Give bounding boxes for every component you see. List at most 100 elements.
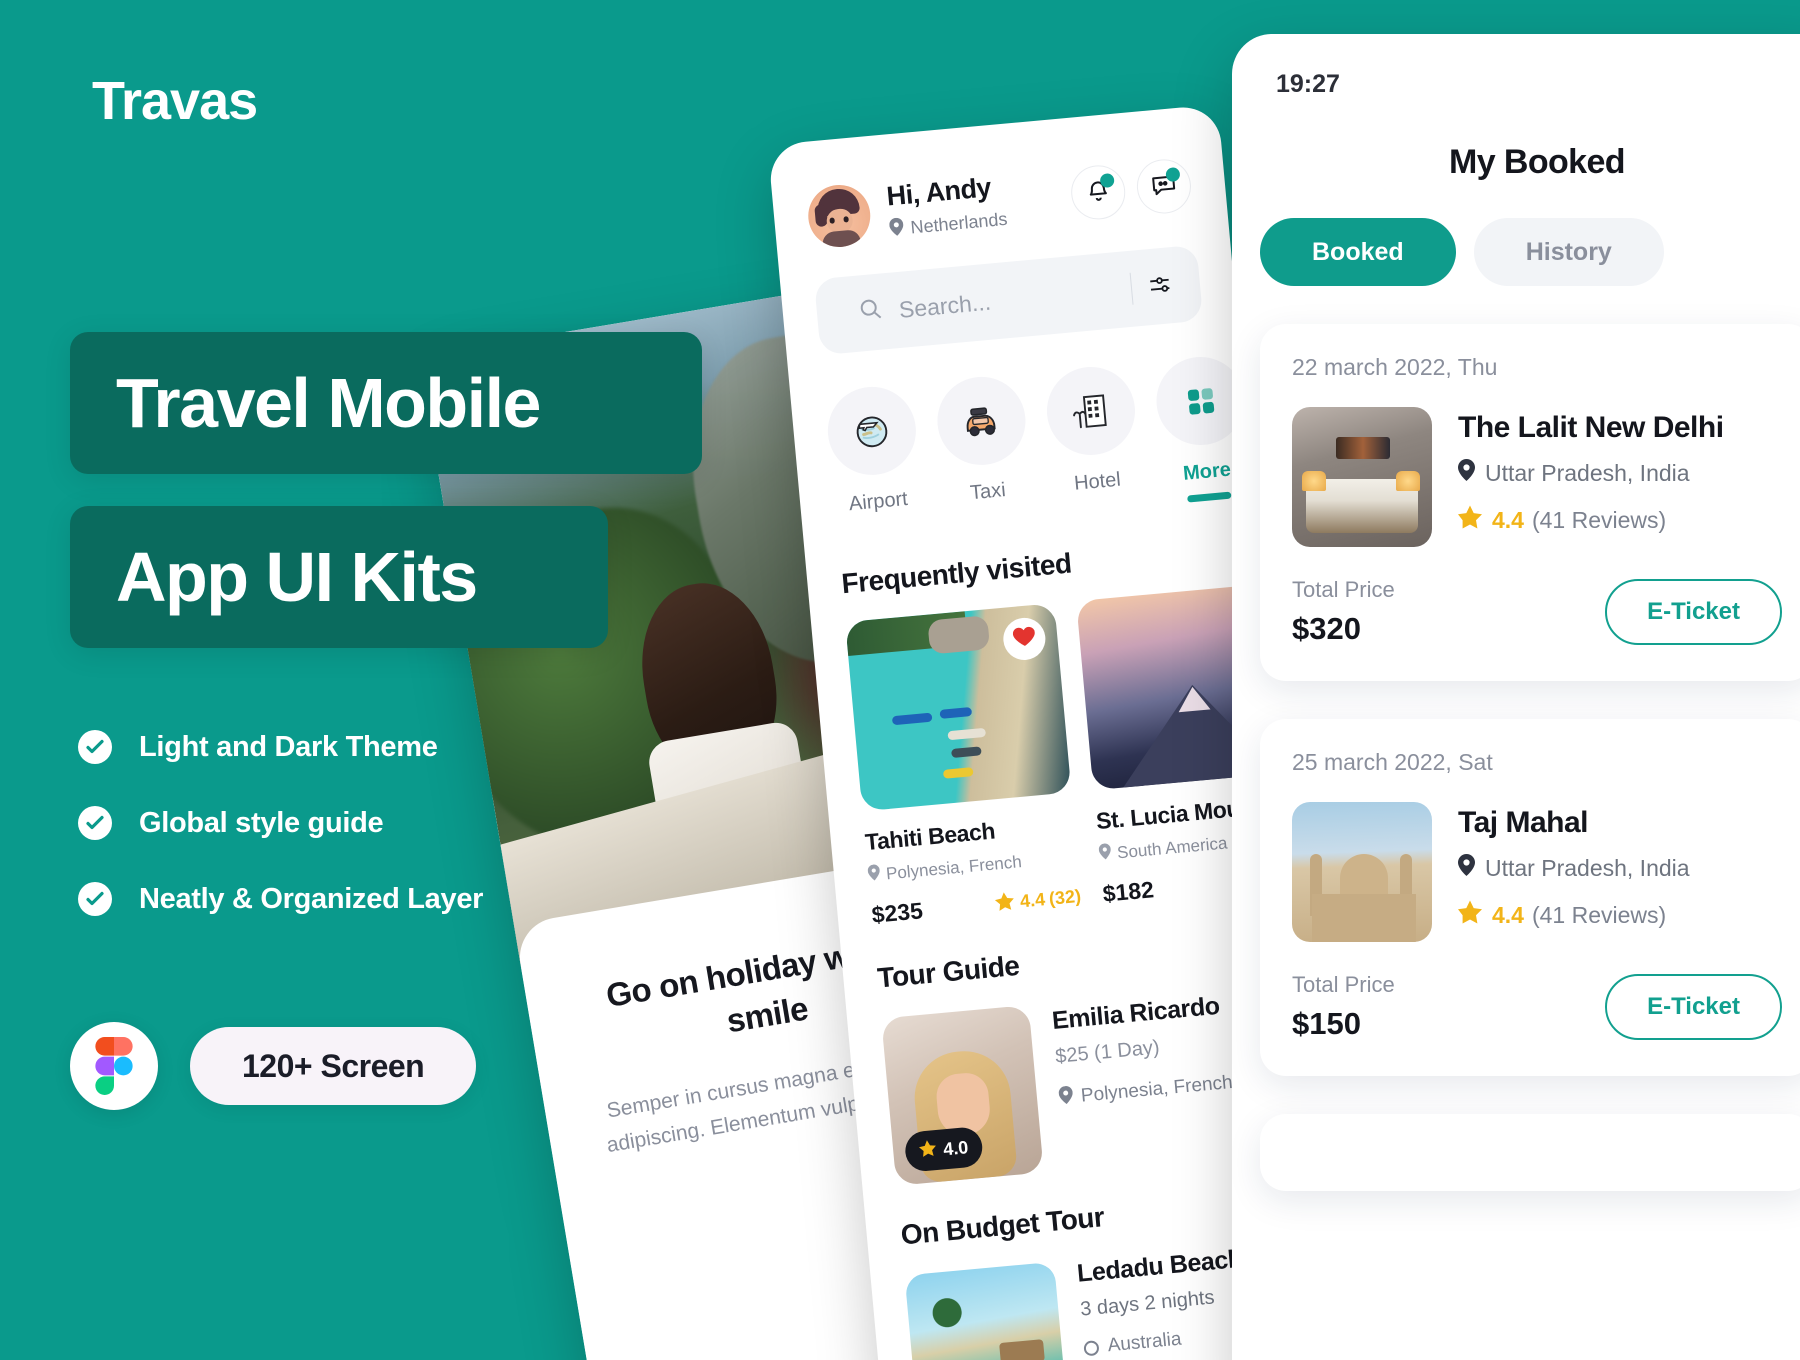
booking-card[interactable]: 22 march 2022, Thu The Lalit New Delhi U…	[1260, 324, 1800, 681]
section-title-tour-guide: Tour Guide	[876, 949, 1021, 994]
booking-rating-count: (41 Reviews)	[1531, 506, 1667, 533]
category-airport-label: Airport	[847, 487, 909, 516]
feature-item: Light and Dark Theme	[78, 730, 483, 764]
place-card[interactable]: Tahiti Beach Polynesia, French $235 4.4 …	[845, 603, 1082, 929]
search-icon	[858, 296, 885, 328]
heart-icon	[1012, 625, 1036, 652]
screen-count-badge: 120+ Screen	[190, 1027, 477, 1105]
chat-badge	[1165, 166, 1181, 183]
booking-rating-value: 4.4	[1492, 506, 1524, 533]
section-title-frequently-visited: Frequently visited	[840, 547, 1073, 600]
place-rating: 4.4 (32)	[994, 884, 1082, 916]
brand-title: Travas	[92, 71, 258, 131]
category-taxi[interactable]: Taxi	[933, 373, 1035, 524]
check-circle-icon	[78, 730, 112, 764]
feature-label: Light and Dark Theme	[139, 730, 438, 763]
map-pin-icon	[1458, 459, 1485, 487]
eticket-button[interactable]: E-Ticket	[1605, 579, 1782, 645]
category-hotel-label: Hotel	[1073, 468, 1122, 495]
guide-price: $25 (1 Day)	[1054, 1036, 1161, 1068]
total-price-value: $150	[1292, 1006, 1361, 1041]
place-location-label: Polynesia, French	[885, 851, 1023, 883]
user-location: Netherlands	[889, 208, 1009, 242]
frequently-visited-list: Tahiti Beach Polynesia, French $235 4.4 …	[845, 582, 1303, 929]
feature-label: Global style guide	[139, 806, 384, 839]
search-input[interactable]: Search...	[813, 244, 1204, 356]
booking-card[interactable]: 25 march 2022, Sat Taj Mahal Uttar Prade…	[1260, 719, 1800, 1076]
search-divider	[1129, 272, 1134, 305]
star-icon	[918, 1138, 944, 1162]
booking-location: Uttar Pradesh, India	[1458, 854, 1690, 882]
guide-info[interactable]: Emilia Ricardo $25 (1 Day) Polynesia, Fr…	[1050, 987, 1234, 1111]
headline-line-1: Travel Mobile	[70, 332, 702, 474]
notification-bell-button[interactable]	[1068, 163, 1128, 222]
notification-badge	[1099, 172, 1115, 189]
budget-tour-location-label: Australia	[1106, 1328, 1183, 1357]
chat-message-button[interactable]	[1134, 157, 1194, 216]
booking-thumbnail-taj-mahal	[1292, 802, 1432, 942]
booking-date: 22 march 2022, Thu	[1292, 354, 1498, 380]
taxi-car-icon	[933, 373, 1030, 469]
phone-mockup-booked-screen: 19:27 My Booked Booked History 22 march …	[1232, 34, 1800, 1360]
check-circle-icon	[78, 806, 112, 840]
check-circle-icon	[78, 882, 112, 916]
guide-location-label: Polynesia, French	[1080, 1071, 1234, 1107]
star-icon	[1458, 900, 1492, 930]
budget-tour-location: Australia	[1083, 1322, 1250, 1359]
booking-rating-value: 4.4	[1492, 901, 1524, 928]
booking-rating: 4.4 (41 Reviews)	[1458, 900, 1690, 930]
booking-location: Uttar Pradesh, India	[1458, 459, 1724, 487]
map-pin-icon	[889, 217, 912, 242]
booking-rating-count: (41 Reviews)	[1531, 901, 1667, 928]
map-pin-icon	[1458, 854, 1485, 882]
home-header: Hi, Andy Netherlands	[805, 153, 1194, 250]
total-price-label: Total Price	[1292, 972, 1395, 997]
tour-guide-list: 4.0 Emilia Ricardo $25 (1 Day) Polynesia…	[881, 984, 1279, 1186]
guide-photo: 4.0	[881, 1005, 1044, 1186]
booking-location-label: Uttar Pradesh, India	[1485, 854, 1690, 881]
search-placeholder: Search...	[897, 288, 992, 323]
guide-name: Emilia Ricardo	[1050, 991, 1221, 1035]
place-photo-tahiti	[845, 603, 1072, 812]
tab-booked[interactable]: Booked	[1260, 218, 1456, 286]
place-price: $182	[1101, 876, 1155, 907]
category-taxi-label: Taxi	[969, 479, 1007, 505]
booking-rating: 4.4 (41 Reviews)	[1458, 505, 1724, 535]
eticket-button[interactable]: E-Ticket	[1605, 974, 1782, 1040]
booking-date: 25 march 2022, Sat	[1292, 749, 1493, 775]
budget-tour-name: Ledadu Beach	[1075, 1244, 1244, 1288]
map-pin-icon	[1058, 1085, 1082, 1111]
map-pin-icon	[1098, 842, 1118, 865]
place-location-label: South America	[1116, 832, 1229, 862]
feature-label: Neatly & Organized Layer	[139, 882, 484, 915]
total-price-label: Total Price	[1292, 577, 1395, 602]
tab-history[interactable]: History	[1473, 218, 1664, 286]
filter-sliders-icon[interactable]	[1147, 272, 1175, 300]
footer-row: 120+ Screen	[70, 1022, 477, 1110]
page-title: My Booked	[1449, 143, 1626, 181]
budget-tour-info[interactable]: Ledadu Beach 3 days 2 nights Australia	[1076, 1245, 1250, 1360]
budget-tour-photo	[904, 1261, 1065, 1360]
feature-item: Neatly & Organized Layer	[78, 882, 483, 916]
avatar[interactable]	[805, 182, 873, 250]
budget-tour-duration: 3 days 2 nights	[1079, 1286, 1216, 1321]
greeting-text: Hi, Andy	[885, 172, 993, 212]
place-rating-value: 4.4	[1019, 889, 1046, 912]
booking-card-partial[interactable]	[1260, 1114, 1800, 1191]
place-rating-count: (32)	[1048, 885, 1082, 909]
status-time-front: 19:27	[1276, 70, 1340, 98]
booking-name: The Lalit New Delhi	[1458, 411, 1724, 444]
guide-rating-value: 4.0	[942, 1136, 970, 1159]
promo-panel: Travas Travel Mobile App UI Kits Light a…	[0, 0, 760, 1360]
figma-logo-icon	[70, 1022, 158, 1110]
category-airport[interactable]: Airport	[824, 383, 925, 534]
booking-location-label: Uttar Pradesh, India	[1485, 459, 1690, 486]
feature-item: Global style guide	[78, 806, 483, 840]
globe-plane-icon	[824, 383, 920, 479]
total-price-value: $320	[1292, 611, 1361, 646]
category-hotel[interactable]: Hotel	[1043, 363, 1144, 514]
category-row: Airport Taxi Hotel More	[824, 353, 1249, 534]
booked-tabs: Booked History	[1232, 218, 1800, 286]
favorite-button[interactable]	[1001, 616, 1048, 662]
category-active-underline	[1187, 491, 1232, 503]
